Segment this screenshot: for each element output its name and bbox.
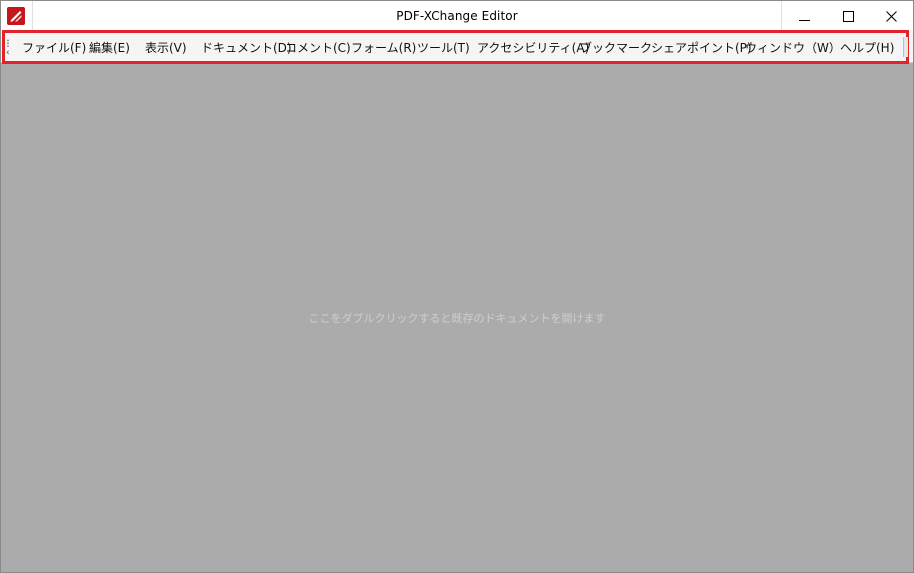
chevron-left-icon: ‹ (6, 48, 10, 58)
menu-help[interactable]: ヘルプ(H) (840, 39, 894, 56)
maximize-icon (842, 11, 854, 22)
menu-document[interactable]: ドキュメント(D) (201, 39, 292, 56)
minimize-icon (798, 20, 810, 21)
menu-edit[interactable]: 編集(E) (89, 39, 130, 56)
grip-dots (7, 39, 9, 47)
toolbar-grip-right[interactable] (901, 35, 909, 62)
menu-tools[interactable]: ツール(T) (417, 39, 470, 56)
menu-file[interactable]: ファイル(F) (22, 39, 86, 56)
grip-bar (903, 37, 908, 57)
menu-sharepoint[interactable]: シェアポイント(P) (651, 39, 752, 56)
menu-accessibility[interactable]: アクセシビリティ(A) (477, 39, 589, 56)
menu-bookmarks[interactable]: ブックマーク (580, 39, 652, 56)
maximize-button[interactable] (826, 1, 870, 32)
menu-form[interactable]: フォーム(R) (351, 39, 416, 56)
app-window: PDF-XChange Editor ファイル(F) 編集(E) 表示(V) ド… (0, 0, 914, 573)
close-icon (885, 11, 897, 22)
menu-view[interactable]: 表示(V) (145, 39, 187, 56)
close-button[interactable] (869, 1, 913, 32)
toolbar-grip-left[interactable]: ‹ (6, 37, 13, 59)
title-bar[interactable]: PDF-XChange Editor (1, 1, 913, 32)
empty-workspace-hint[interactable]: ここをダブルクリックすると既存のドキュメントを開けます (1, 310, 913, 326)
menu-window[interactable]: ウィンドウ（W） (745, 39, 841, 56)
minimize-button[interactable] (782, 1, 826, 32)
menu-comment[interactable]: コメント(C) (285, 39, 351, 56)
menu-items: ファイル(F) 編集(E) 表示(V) ドキュメント(D) コメント(C) フォ… (1, 32, 913, 62)
window-title: PDF-XChange Editor (396, 9, 518, 23)
menu-bar: ファイル(F) 編集(E) 表示(V) ドキュメント(D) コメント(C) フォ… (1, 32, 913, 63)
